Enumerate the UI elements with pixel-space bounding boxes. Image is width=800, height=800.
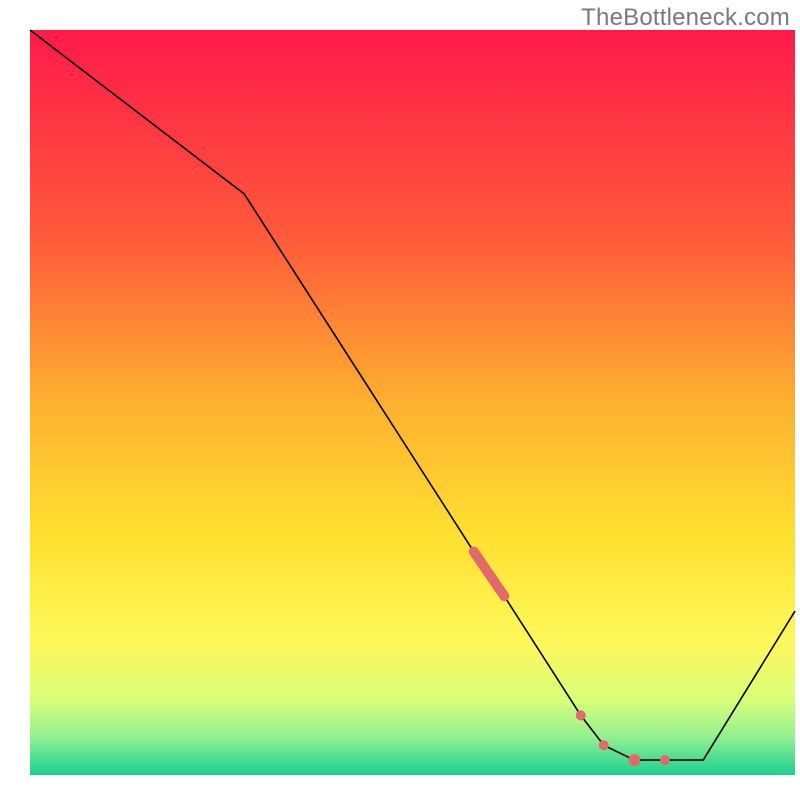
chart-container: TheBottleneck.com — [0, 0, 800, 800]
dot-3 — [660, 755, 670, 765]
dot-0 — [576, 710, 586, 720]
plot-background — [30, 30, 795, 775]
dot-1 — [599, 740, 609, 750]
watermark-text: TheBottleneck.com — [581, 4, 790, 32]
chart-svg — [0, 0, 800, 800]
dot-2 — [628, 754, 640, 766]
